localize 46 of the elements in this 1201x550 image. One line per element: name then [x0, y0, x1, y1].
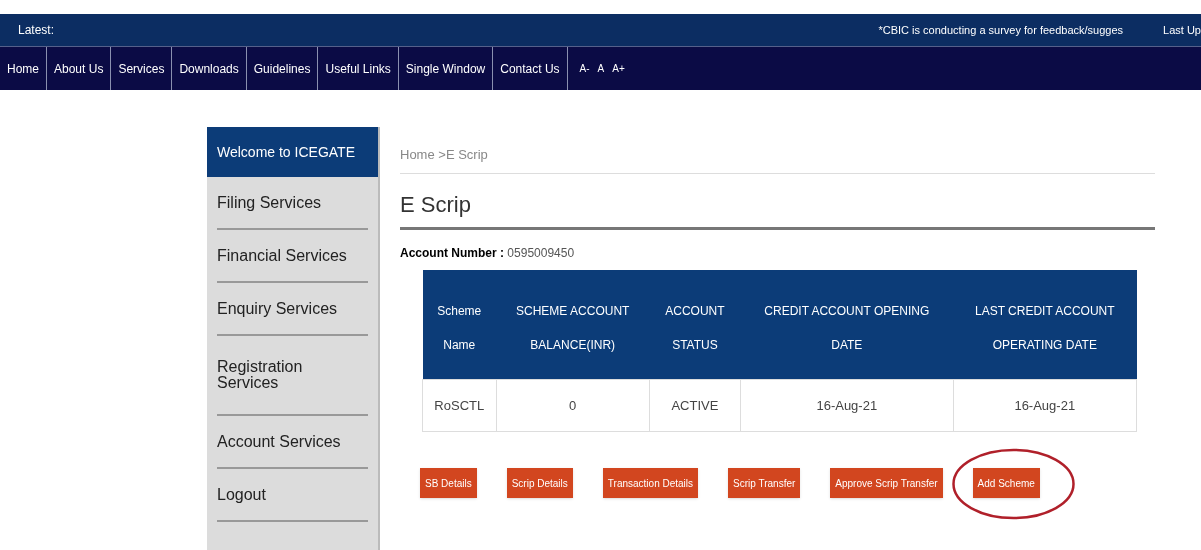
font-size-link[interactable]: A- [579, 61, 590, 76]
ticker-label: Latest: [18, 22, 55, 39]
column-header: Scheme [422, 269, 497, 328]
account-number-value: 0595009450 [507, 245, 575, 260]
action-button[interactable]: Scrip Transfer [728, 468, 801, 498]
table-cell: RoSCTL [422, 379, 497, 432]
last-updated-label: Last Up [1163, 22, 1201, 38]
column-header: DATE [740, 327, 954, 380]
action-button[interactable]: Transaction Details [602, 468, 699, 498]
nav-link[interactable]: Home [0, 47, 47, 90]
account-number-label: Account Number : [400, 245, 504, 260]
sidebar-item[interactable]: Account Services [217, 429, 341, 454]
action-button[interactable]: Approve Scrip Transfer [830, 468, 943, 498]
breadcrumb: Home >E Scrip [400, 127, 1155, 174]
page-title: E Scrip [400, 173, 1155, 230]
action-button[interactable]: SB Details [420, 468, 477, 498]
nav-link[interactable]: Contact Us [493, 47, 568, 90]
nav-link[interactable]: Downloads [172, 47, 247, 90]
column-header: Name [422, 327, 497, 380]
nav-link[interactable]: Single Window [398, 47, 494, 90]
sidebar-item[interactable]: Registration Services [217, 359, 337, 391]
table-cell: 0 [496, 379, 650, 432]
action-button[interactable]: Scrip Details [506, 468, 573, 498]
sidebar-item[interactable]: Filing Services [217, 190, 322, 215]
table-cell: 16-Aug-21 [740, 379, 954, 432]
ticker-message: *CBIC is conducting a survey for feedback/sugges [878, 22, 1124, 38]
sidebar-item[interactable]: Financial Services [217, 243, 347, 268]
sidebar-item[interactable]: Logout [217, 482, 266, 507]
table-cell: 16-Aug-21 [953, 379, 1137, 432]
sidebar-item[interactable]: Enquiry Services [217, 296, 338, 321]
table-cell: ACTIVE [649, 379, 741, 432]
column-header: LAST CREDIT ACCOUNT [953, 269, 1137, 328]
nav-link[interactable]: Guidelines [246, 47, 319, 90]
font-size-link[interactable]: A+ [612, 61, 625, 76]
nav-link[interactable]: Useful Links [318, 47, 399, 90]
sidebar-header: Welcome to ICEGATE [207, 127, 378, 177]
column-header: SCHEME ACCOUNT [496, 269, 650, 328]
column-header: OPERATING DATE [953, 327, 1137, 380]
column-header: CREDIT ACCOUNT OPENING [740, 269, 954, 328]
column-header: STATUS [649, 327, 741, 380]
nav-link[interactable]: Services [111, 47, 173, 90]
action-button[interactable]: Add Scheme [972, 468, 1040, 498]
column-header: ACCOUNT [649, 269, 741, 328]
column-header: BALANCE(INR) [496, 327, 650, 380]
nav-link[interactable]: About Us [47, 47, 112, 90]
font-size-link[interactable]: A [597, 61, 605, 76]
